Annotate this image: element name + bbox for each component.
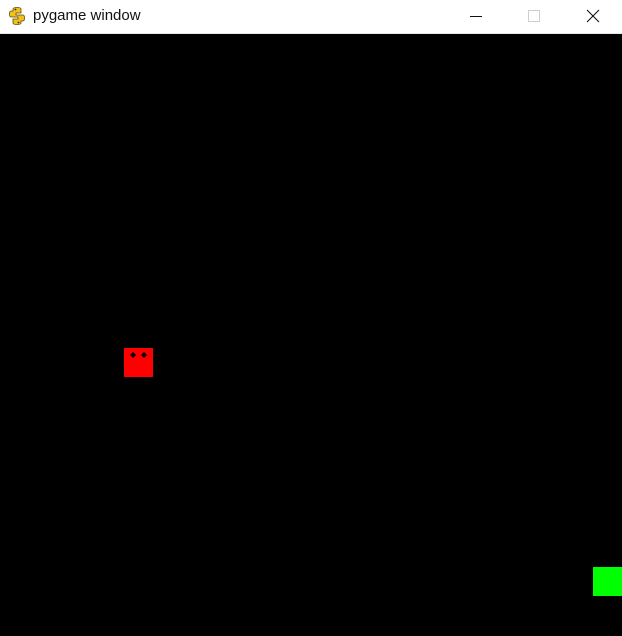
enemy-body	[124, 348, 153, 377]
minimize-button[interactable]	[453, 0, 499, 33]
title-bar[interactable]: pygame window	[0, 0, 622, 34]
maximize-button[interactable]	[511, 0, 557, 33]
close-icon	[586, 9, 600, 23]
window-title: pygame window	[33, 7, 141, 24]
minimize-icon	[470, 16, 482, 17]
green-player-block	[593, 567, 622, 596]
pygame-snake-icon	[8, 6, 26, 26]
close-button[interactable]	[570, 0, 616, 33]
maximize-icon	[528, 10, 540, 22]
red-enemy-sprite	[124, 348, 153, 377]
pygame-window: pygame window	[0, 0, 622, 636]
game-canvas[interactable]	[0, 34, 622, 636]
player-body	[593, 567, 622, 596]
